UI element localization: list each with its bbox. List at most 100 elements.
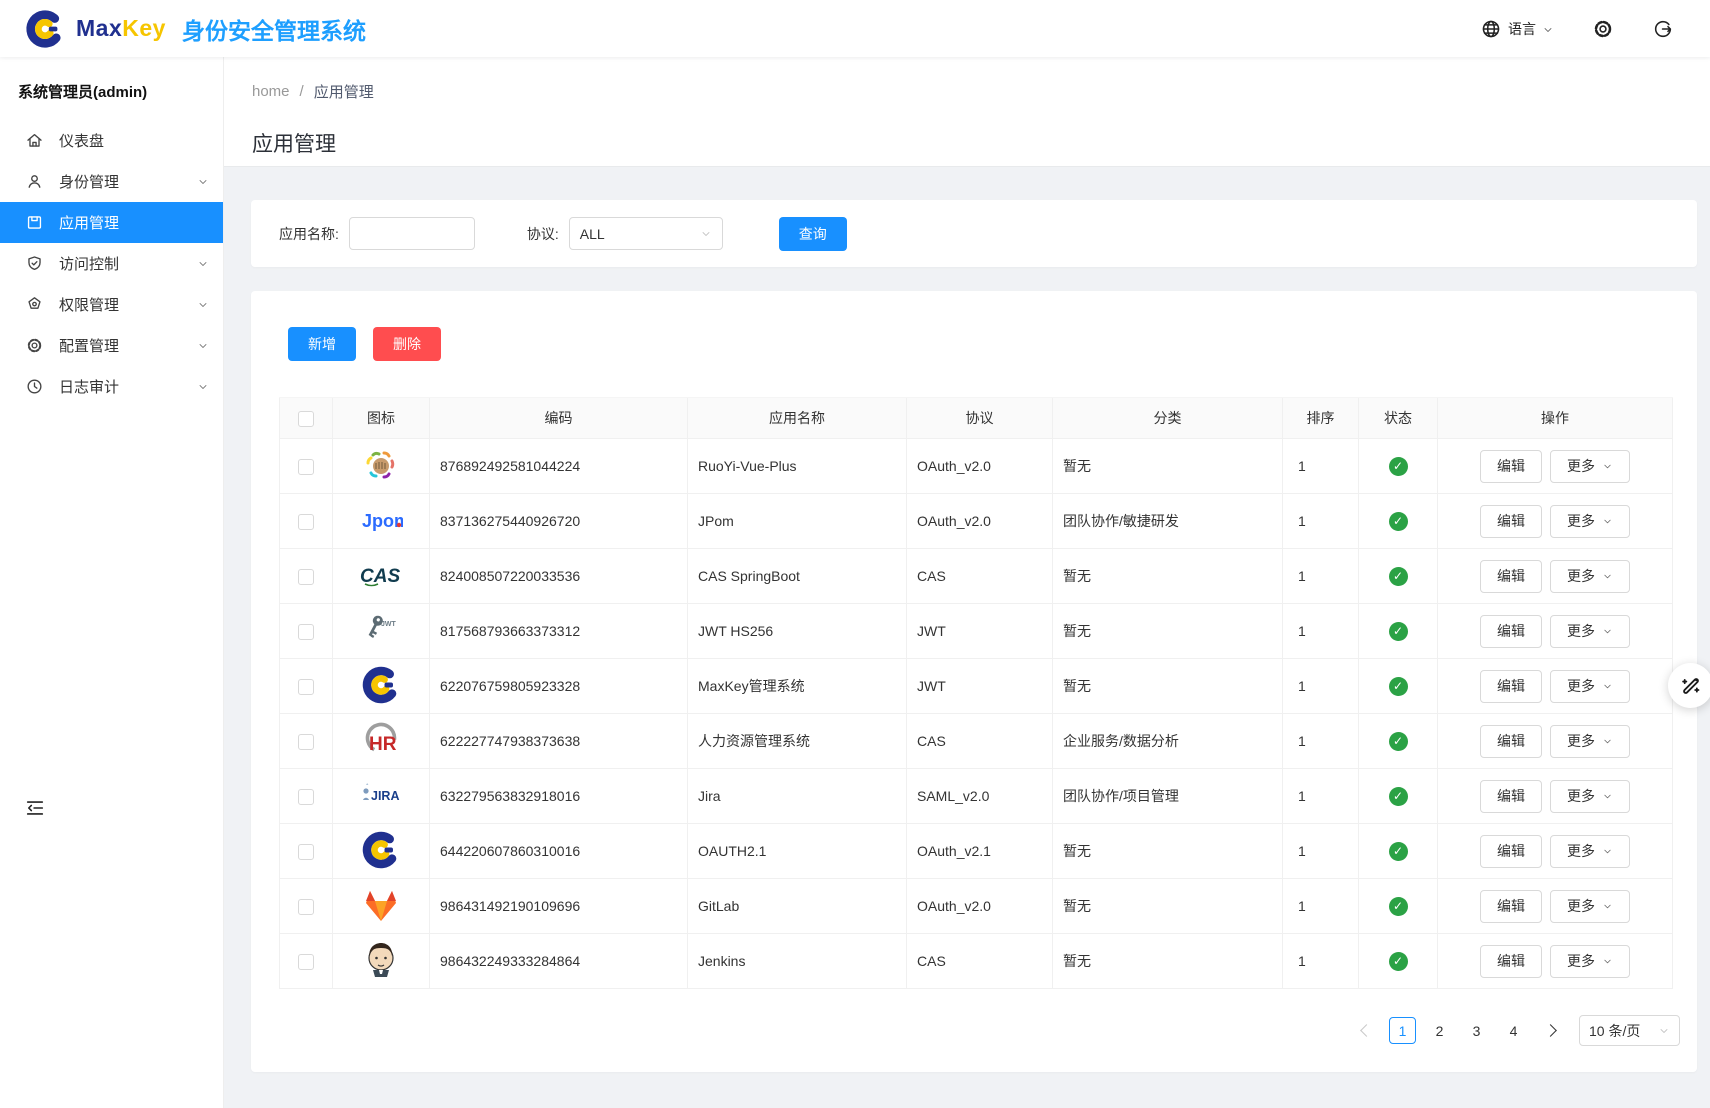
- status-enabled-icon: ✓: [1389, 677, 1408, 696]
- app-protocol: OAuth_v2.0: [907, 439, 1053, 494]
- status-enabled-icon: ✓: [1389, 897, 1408, 916]
- breadcrumb-home[interactable]: home: [252, 83, 290, 100]
- app-protocol: OAuth_v2.0: [907, 494, 1053, 549]
- table-row: JWT 817568793663373312 JWT HS256 JWT 暂无 …: [280, 604, 1673, 659]
- chevron-down-icon: [1542, 23, 1554, 35]
- app-name-filter-input[interactable]: [349, 217, 475, 250]
- more-button[interactable]: 更多: [1550, 670, 1630, 703]
- row-checkbox[interactable]: [298, 844, 314, 860]
- row-checkbox[interactable]: [298, 624, 314, 640]
- edit-button[interactable]: 编辑: [1480, 450, 1542, 483]
- page-size-value: 10 条/页: [1589, 1021, 1640, 1041]
- more-button[interactable]: 更多: [1550, 780, 1630, 813]
- more-button[interactable]: 更多: [1550, 890, 1630, 923]
- delete-button[interactable]: 删除: [373, 327, 441, 361]
- sidebar-item-apps[interactable]: 应用管理: [0, 202, 223, 243]
- more-button[interactable]: 更多: [1550, 505, 1630, 538]
- jwt-logo: JWT: [359, 608, 403, 652]
- app-sort-order: 1: [1283, 659, 1359, 714]
- app-icon: [25, 213, 44, 232]
- row-checkbox[interactable]: [298, 789, 314, 805]
- app-sort-order: 1: [1283, 879, 1359, 934]
- edit-button[interactable]: 编辑: [1480, 725, 1542, 758]
- edit-button[interactable]: 编辑: [1480, 835, 1542, 868]
- svg-text:Jpom: Jpom: [362, 511, 403, 531]
- app-protocol: SAML_v2.0: [907, 769, 1053, 824]
- sidebar-item-permission[interactable]: 权限管理: [0, 284, 223, 325]
- row-checkbox[interactable]: [298, 734, 314, 750]
- page-button-2[interactable]: 2: [1426, 1017, 1453, 1044]
- row-checkbox[interactable]: [298, 514, 314, 530]
- app-category: 团队协作/项目管理: [1053, 769, 1283, 824]
- app-sort-order: 1: [1283, 439, 1359, 494]
- chevron-down-icon: [1602, 461, 1613, 472]
- app-sort-order: 1: [1283, 934, 1359, 989]
- chevron-left-icon: [1360, 1024, 1373, 1037]
- row-checkbox[interactable]: [298, 899, 314, 915]
- edit-button[interactable]: 编辑: [1480, 505, 1542, 538]
- more-button[interactable]: 更多: [1550, 835, 1630, 868]
- search-button[interactable]: 查询: [779, 217, 847, 251]
- edit-button[interactable]: 编辑: [1480, 615, 1542, 648]
- add-button[interactable]: 新增: [288, 327, 356, 361]
- table-row: CAS 824008507220033536 CAS SpringBoot CA…: [280, 549, 1673, 604]
- edit-button[interactable]: 编辑: [1480, 945, 1542, 978]
- logout-button[interactable]: [1652, 18, 1674, 40]
- previous-page-button[interactable]: [1353, 1018, 1379, 1044]
- chevron-right-icon: [1544, 1024, 1557, 1037]
- edit-button[interactable]: 编辑: [1480, 780, 1542, 813]
- sidebar-item-dashboard[interactable]: 仪表盘: [0, 120, 223, 161]
- more-button[interactable]: 更多: [1550, 945, 1630, 978]
- more-button[interactable]: 更多: [1550, 615, 1630, 648]
- row-checkbox[interactable]: [298, 569, 314, 585]
- language-switcher[interactable]: 语言: [1480, 18, 1554, 40]
- jpom-logo: Jpom: [359, 498, 403, 542]
- select-all-checkbox[interactable]: [298, 411, 314, 427]
- edit-button[interactable]: 编辑: [1480, 670, 1542, 703]
- page-button-1[interactable]: 1: [1389, 1017, 1416, 1044]
- column-header-actions: 操作: [1438, 398, 1673, 439]
- page-size-select[interactable]: 10 条/页: [1579, 1015, 1680, 1046]
- theme-tool-button[interactable]: [1668, 663, 1710, 708]
- chevron-down-icon: [197, 176, 209, 188]
- sidebar: 系统管理员(admin) 仪表盘 身份管理 应用管理 访问控制 权限管理 配置管…: [0, 57, 224, 1108]
- next-page-button[interactable]: [1537, 1018, 1563, 1044]
- page-button-4[interactable]: 4: [1500, 1017, 1527, 1044]
- app-code: 817568793663373312: [430, 604, 688, 659]
- gear-icon: [25, 336, 44, 355]
- sidebar-item-access[interactable]: 访问控制: [0, 243, 223, 284]
- sidebar-item-identity[interactable]: 身份管理: [0, 161, 223, 202]
- app-code: 986431492190109696: [430, 879, 688, 934]
- settings-button[interactable]: [1592, 18, 1614, 40]
- chevron-down-icon: [1602, 956, 1613, 967]
- more-button[interactable]: 更多: [1550, 560, 1630, 593]
- app-name: RuoYi-Vue-Plus: [688, 439, 907, 494]
- current-user: 系统管理员(admin): [0, 57, 223, 120]
- status-enabled-icon: ✓: [1389, 567, 1408, 586]
- more-button[interactable]: 更多: [1550, 450, 1630, 483]
- row-checkbox[interactable]: [298, 459, 314, 475]
- sidebar-item-config[interactable]: 配置管理: [0, 325, 223, 366]
- content-area: home / 应用管理 应用管理 应用名称: 协议: ALL 查询 新增 删除: [224, 57, 1710, 1108]
- page-button-3[interactable]: 3: [1463, 1017, 1490, 1044]
- more-button[interactable]: 更多: [1550, 725, 1630, 758]
- sidebar-menu: 仪表盘 身份管理 应用管理 访问控制 权限管理 配置管理 日志审计: [0, 120, 223, 407]
- app-code: 632279563832918016: [430, 769, 688, 824]
- breadcrumb-current: 应用管理: [314, 81, 374, 102]
- svg-text:JIRA: JIRA: [371, 789, 399, 803]
- app-category: 暂无: [1053, 934, 1283, 989]
- app-sort-order: 1: [1283, 824, 1359, 879]
- app-code: 622227747938373638: [430, 714, 688, 769]
- column-header-status: 状态: [1359, 398, 1438, 439]
- clock-icon: [25, 377, 44, 396]
- collapse-sidebar-icon[interactable]: [24, 797, 46, 819]
- sidebar-item-label: 身份管理: [59, 171, 197, 192]
- breadcrumb-separator: /: [300, 83, 304, 100]
- row-checkbox[interactable]: [298, 679, 314, 695]
- row-checkbox[interactable]: [298, 954, 314, 970]
- sidebar-item-audit[interactable]: 日志审计: [0, 366, 223, 407]
- edit-button[interactable]: 编辑: [1480, 560, 1542, 593]
- protocol-select[interactable]: ALL: [569, 217, 723, 250]
- chevron-down-icon: [1602, 791, 1613, 802]
- edit-button[interactable]: 编辑: [1480, 890, 1542, 923]
